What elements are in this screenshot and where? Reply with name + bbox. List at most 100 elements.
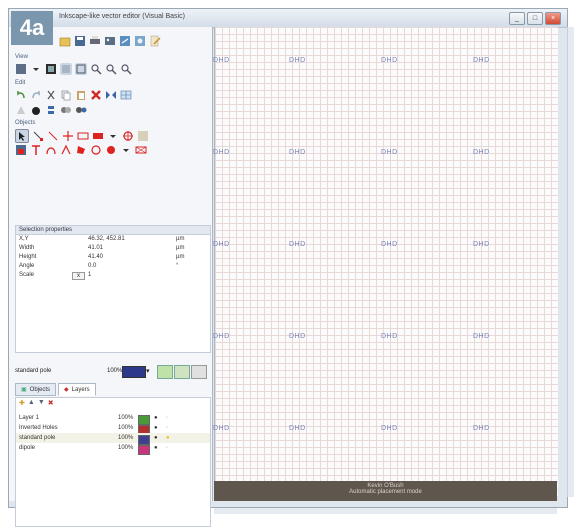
move-up-icon[interactable]: ▲ bbox=[28, 399, 35, 412]
eye-icon[interactable]: ● bbox=[154, 435, 158, 441]
stroke-color-swatch[interactable] bbox=[122, 366, 146, 378]
select-view-icon[interactable] bbox=[60, 63, 72, 75]
cross-icon[interactable] bbox=[62, 130, 74, 142]
device-shape[interactable]: DHD bbox=[473, 333, 490, 340]
device-shape[interactable]: DHD bbox=[289, 149, 306, 156]
device-shape[interactable]: DHD bbox=[289, 57, 306, 64]
image-insert-icon[interactable] bbox=[15, 144, 27, 156]
texture-icon[interactable] bbox=[137, 130, 149, 142]
device-shape[interactable]: DHD bbox=[381, 241, 398, 248]
minimize-button[interactable]: _ bbox=[509, 12, 525, 25]
opacity-tool-icon[interactable] bbox=[191, 365, 207, 379]
lock-icon[interactable]: ◦ bbox=[166, 415, 168, 421]
layer-row[interactable]: Inverted Holes 100% ● ◦ bbox=[16, 423, 210, 435]
line-icon[interactable] bbox=[47, 130, 59, 142]
edit-doc-icon[interactable] bbox=[149, 35, 161, 47]
curve-icon[interactable] bbox=[45, 144, 57, 156]
circle-filled-icon[interactable] bbox=[105, 144, 117, 156]
delete-layer-icon[interactable]: ✖ bbox=[48, 399, 54, 412]
add-layer-icon[interactable]: ✚ bbox=[19, 399, 25, 412]
grid-view-icon[interactable] bbox=[45, 63, 57, 75]
undo-icon[interactable] bbox=[15, 89, 27, 101]
prop-value[interactable]: 0.0 bbox=[88, 263, 96, 269]
fit-view-icon[interactable] bbox=[75, 63, 87, 75]
dropdown-arrow-icon[interactable] bbox=[107, 130, 119, 142]
fill-tool-icon[interactable] bbox=[157, 365, 173, 379]
paste-icon[interactable] bbox=[75, 89, 87, 101]
device-shape[interactable]: DHD bbox=[289, 241, 306, 248]
layers-view-icon[interactable] bbox=[15, 63, 27, 75]
layer-color-swatch[interactable] bbox=[138, 445, 150, 455]
layer-row[interactable]: Layer 1 100% ● ◦ bbox=[16, 413, 210, 425]
device-shape[interactable]: DHD bbox=[473, 425, 490, 432]
eye-icon[interactable]: ● bbox=[154, 425, 158, 431]
delete-icon[interactable] bbox=[90, 89, 102, 101]
device-shape[interactable]: DHD bbox=[473, 57, 490, 64]
save-icon[interactable] bbox=[74, 35, 86, 47]
drawing-canvas[interactable]: DHD DHD DHD DHD DHD DHD DHD DHD DHD DHD DHD DHD DHD D… bbox=[213, 27, 558, 497]
flip-icon[interactable] bbox=[105, 89, 117, 101]
prop-value[interactable]: 41.40 bbox=[88, 254, 103, 260]
dropdown-arrow-icon[interactable] bbox=[30, 63, 42, 75]
align-icon[interactable] bbox=[45, 104, 57, 116]
prop-value[interactable]: 46.32, 452.81 bbox=[88, 236, 125, 242]
layer-row[interactable]: dipole 100% ● ◦ bbox=[16, 443, 210, 455]
copy-icon[interactable] bbox=[60, 89, 72, 101]
device-shape[interactable]: DHD bbox=[381, 333, 398, 340]
group-icon[interactable] bbox=[60, 104, 72, 116]
dropdown-arrow-icon[interactable] bbox=[120, 144, 132, 156]
device-shape[interactable]: DHD bbox=[213, 57, 230, 64]
export-icon[interactable] bbox=[119, 35, 131, 47]
redo-icon[interactable] bbox=[30, 89, 42, 101]
device-shape[interactable]: DHD bbox=[213, 149, 230, 156]
vertical-scrollbar[interactable] bbox=[567, 27, 574, 497]
eye-icon[interactable]: ● bbox=[154, 445, 158, 451]
rectangle-filled-icon[interactable] bbox=[92, 130, 104, 142]
lightbulb-icon[interactable]: ● bbox=[166, 435, 170, 441]
cut-icon[interactable] bbox=[45, 89, 57, 101]
layer-row[interactable]: standard pole 100% ● ● bbox=[16, 433, 210, 445]
device-shape[interactable]: DHD bbox=[473, 149, 490, 156]
eye-icon[interactable]: ● bbox=[154, 415, 158, 421]
scale-stepper[interactable]: x bbox=[72, 272, 85, 280]
path-icon[interactable] bbox=[60, 144, 72, 156]
circle-outline-icon[interactable] bbox=[90, 144, 102, 156]
settings-icon[interactable] bbox=[134, 35, 146, 47]
horizontal-scrollbar[interactable] bbox=[214, 508, 557, 514]
device-shape[interactable]: DHD bbox=[381, 149, 398, 156]
prop-value[interactable]: 41.01 bbox=[88, 245, 103, 251]
zoom-fit-icon[interactable] bbox=[120, 63, 132, 75]
tab-layers[interactable]: ◆ Layers bbox=[58, 383, 96, 396]
move-down-icon[interactable]: ▼ bbox=[38, 399, 45, 412]
open-icon[interactable] bbox=[59, 35, 71, 47]
array-icon[interactable] bbox=[135, 144, 147, 156]
maximize-button[interactable]: □ bbox=[527, 12, 543, 25]
device-shape[interactable]: DHD bbox=[473, 241, 490, 248]
image-icon[interactable] bbox=[104, 35, 116, 47]
triangle-icon[interactable] bbox=[15, 104, 27, 116]
zoom-in-icon[interactable] bbox=[90, 63, 102, 75]
device-shape[interactable]: DHD bbox=[381, 425, 398, 432]
bomb-icon[interactable] bbox=[30, 104, 42, 116]
lock-icon[interactable]: ◦ bbox=[166, 425, 168, 431]
node-edit-icon[interactable] bbox=[32, 130, 44, 142]
close-button[interactable]: × bbox=[545, 12, 561, 25]
select-arrow-icon[interactable] bbox=[15, 129, 29, 143]
device-shape[interactable]: DHD bbox=[213, 241, 230, 248]
polygon-icon[interactable] bbox=[75, 144, 87, 156]
lock-icon[interactable]: ◦ bbox=[166, 445, 168, 451]
device-shape[interactable]: DHD bbox=[289, 333, 306, 340]
device-shape[interactable]: DHD bbox=[381, 57, 398, 64]
print-icon[interactable] bbox=[89, 35, 101, 47]
device-shape[interactable]: DHD bbox=[213, 425, 230, 432]
ungroup-icon[interactable] bbox=[75, 104, 87, 116]
stroke-tool-icon[interactable] bbox=[174, 365, 190, 379]
table-icon[interactable] bbox=[120, 89, 132, 101]
device-shape[interactable]: DHD bbox=[213, 333, 230, 340]
target-icon[interactable] bbox=[122, 130, 134, 142]
prop-value[interactable]: 1 bbox=[88, 272, 91, 278]
tab-objects[interactable]: ▣ Objects bbox=[15, 383, 57, 396]
device-shape[interactable]: DHD bbox=[289, 425, 306, 432]
chevron-down-icon[interactable]: ▾ bbox=[146, 367, 150, 375]
rectangle-outline-icon[interactable] bbox=[77, 130, 89, 142]
